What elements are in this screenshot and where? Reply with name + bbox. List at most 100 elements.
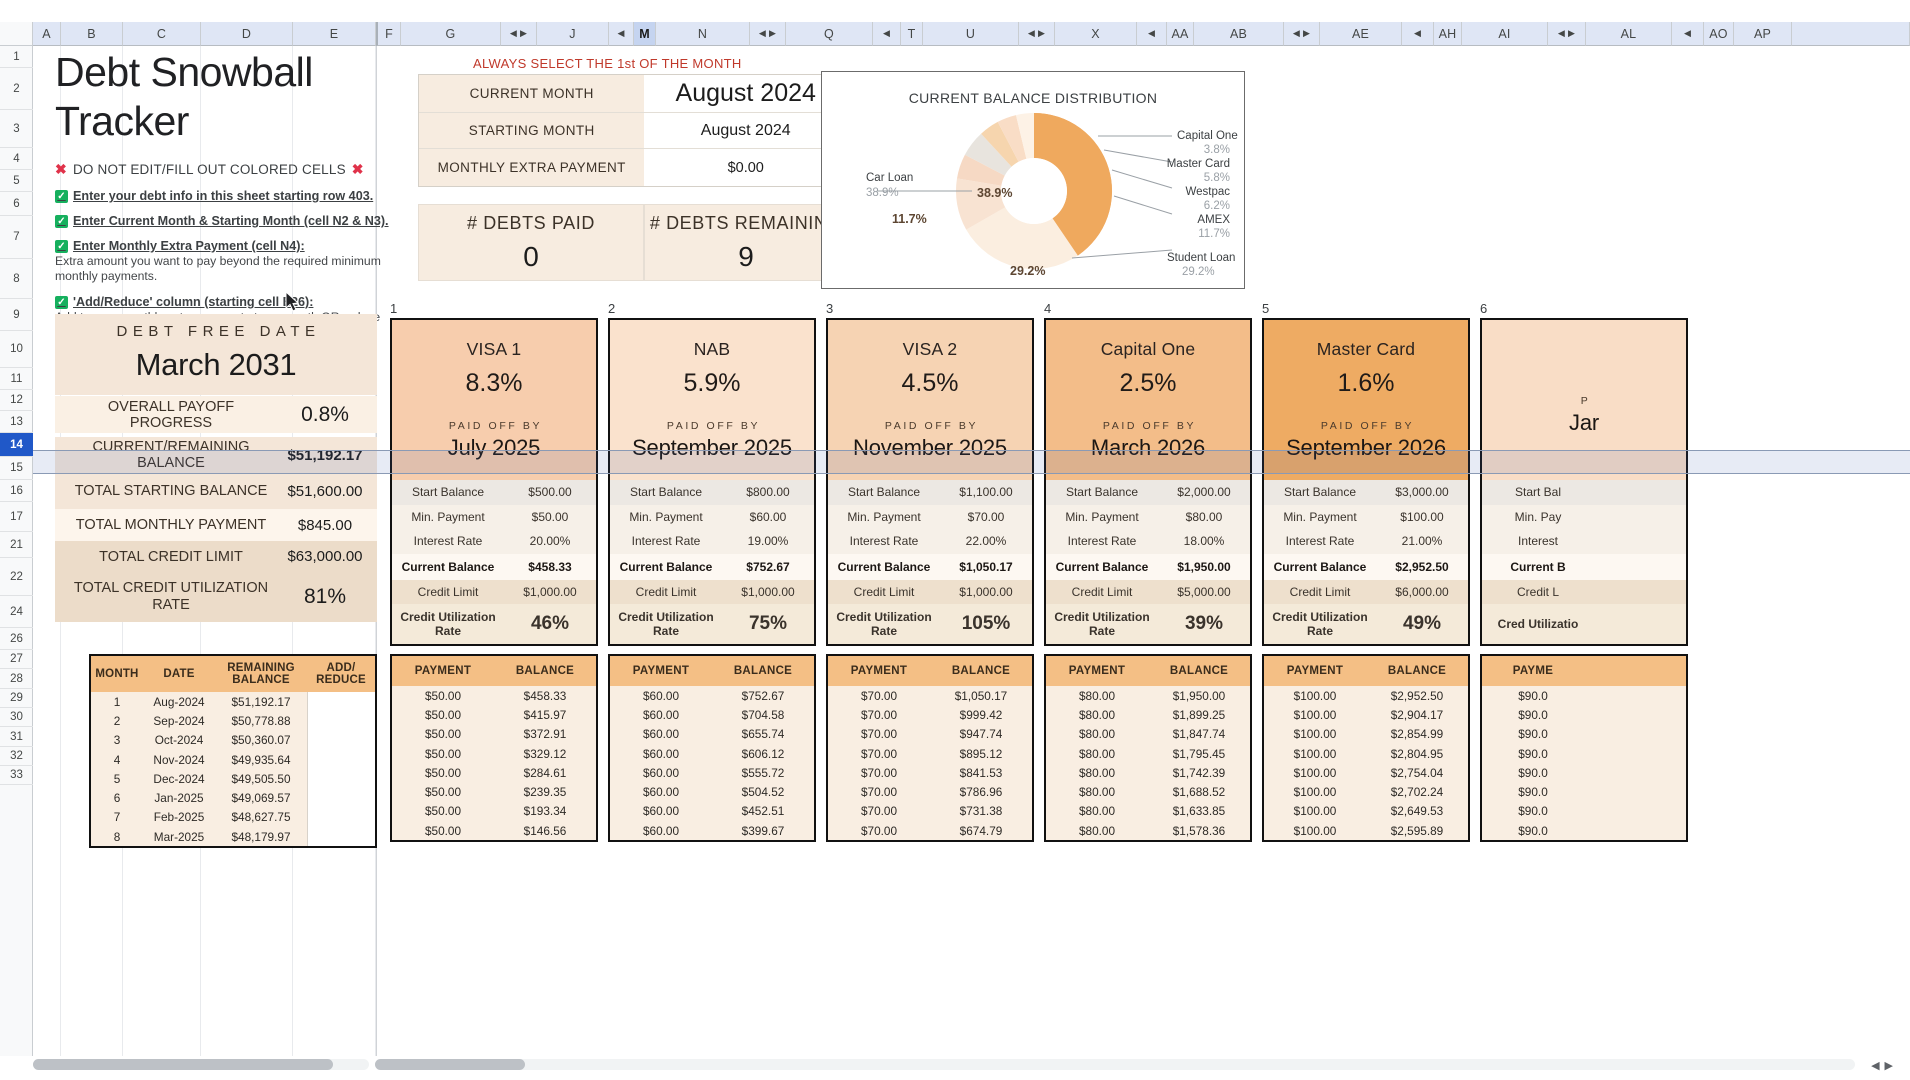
- row-header-28[interactable]: 28: [0, 669, 33, 689]
- table-row[interactable]: 3 Oct-2024 $50,360.07: [91, 730, 375, 750]
- column-header-AE[interactable]: AE: [1320, 22, 1402, 46]
- column-collapse-group-3[interactable]: ◀ ▶: [750, 22, 786, 46]
- table-row[interactable]: 7 Feb-2025 $48,627.75: [91, 807, 375, 828]
- column-header-T[interactable]: T: [901, 22, 923, 46]
- column-header-D[interactable]: D: [201, 22, 293, 46]
- cell-add-reduce[interactable]: [307, 827, 375, 847]
- current-month-value[interactable]: August 2024: [644, 75, 847, 112]
- row-header-9[interactable]: 9: [0, 299, 33, 331]
- select-all-corner[interactable]: [0, 22, 33, 46]
- row-header-7[interactable]: 7: [0, 216, 33, 259]
- cell-add-reduce[interactable]: [307, 807, 375, 828]
- horizontal-scrollbar-left[interactable]: [33, 1059, 369, 1070]
- column-header-AP[interactable]: AP: [1734, 22, 1792, 46]
- payment-schedule-visa-2[interactable]: PAYMENT BALANCE $70.00 $1,050.17 $70.00 $9…: [826, 654, 1034, 843]
- row-header-10[interactable]: 10: [0, 331, 33, 368]
- starting-month-value[interactable]: August 2024: [644, 113, 847, 148]
- cell-add-reduce[interactable]: [307, 711, 375, 731]
- row-header-24[interactable]: 24: [0, 596, 33, 628]
- column-header-AO[interactable]: AO: [1704, 22, 1734, 46]
- debt-card-capital-one[interactable]: Capital One 2.5% PAID OFF BY March 2026 …: [1044, 318, 1252, 646]
- column-header-A[interactable]: A: [33, 22, 61, 46]
- column-header-Q[interactable]: Q: [786, 22, 873, 46]
- table-row[interactable]: 1 Aug-2024 $51,192.17: [91, 692, 375, 712]
- monthly-schedule-table[interactable]: MONTH DATE REMAINING BALANCE ADD/ REDUCE…: [89, 654, 377, 849]
- row-header-14[interactable]: 14: [0, 433, 33, 457]
- column-header-U[interactable]: U: [923, 22, 1019, 46]
- row-header-1[interactable]: 1: [0, 46, 33, 68]
- payment-schedule-nab[interactable]: PAYMENT BALANCE $60.00 $752.67 $60.00 $704…: [608, 654, 816, 843]
- balance-distribution-chart[interactable]: CURRENT BALANCE DISTRIBUTION Car Loan 38…: [821, 71, 1245, 289]
- column-header-AA[interactable]: AA: [1167, 22, 1194, 46]
- row-header-22[interactable]: 22: [0, 558, 33, 596]
- table-row[interactable]: 2 Sep-2024 $50,778.88: [91, 711, 375, 731]
- column-header-B[interactable]: B: [61, 22, 123, 46]
- debt-card-6[interactable]: P Jar Start Bal Min. Pay Interest Curren…: [1480, 318, 1688, 646]
- column-header-AB[interactable]: AB: [1194, 22, 1284, 46]
- payment-schedule-capital-one[interactable]: PAYMENT BALANCE $80.00 $1,950.00 $80.00 $1…: [1044, 654, 1252, 843]
- column-header-AI[interactable]: AI: [1462, 22, 1548, 46]
- cell-add-reduce[interactable]: [307, 788, 375, 808]
- column-collapse-group-1[interactable]: ◀ ▶: [501, 22, 537, 46]
- column-header-E[interactable]: E: [293, 22, 376, 46]
- debt-card-nab[interactable]: NAB 5.9% PAID OFF BY September 2025 Star…: [608, 318, 816, 646]
- debt-card-visa-1[interactable]: VISA 1 8.3% PAID OFF BY July 2025 Start …: [390, 318, 598, 646]
- table-row[interactable]: 8 Mar-2025 $48,179.97: [91, 827, 375, 847]
- row-header-3[interactable]: 3: [0, 110, 33, 148]
- cell-add-reduce[interactable]: [307, 749, 375, 770]
- column-collapse-group-4[interactable]: ◀: [873, 22, 901, 46]
- table-row[interactable]: 4 Nov-2024 $49,935.64: [91, 749, 375, 770]
- column-collapse-group-7[interactable]: ◀ ▶: [1284, 22, 1320, 46]
- horizontal-scrollbar-right[interactable]: [375, 1059, 1855, 1070]
- payment-schedule-6[interactable]: PAYME $90.0 $90.0 $90.0 $90.0 $90.0 $90.…: [1480, 654, 1688, 843]
- row-header-12[interactable]: 12: [0, 390, 33, 411]
- payment-schedule-master-card[interactable]: PAYMENT BALANCE $100.00 $2,952.50 $100.00…: [1262, 654, 1470, 843]
- column-header-C[interactable]: C: [123, 22, 201, 46]
- row-header-8[interactable]: 8: [0, 259, 33, 299]
- column-collapse-group-5[interactable]: ◀ ▶: [1019, 22, 1055, 46]
- row-header-21[interactable]: 21: [0, 532, 33, 558]
- row-header-27[interactable]: 27: [0, 650, 33, 669]
- row-header-6[interactable]: 6: [0, 192, 33, 216]
- column-collapse-group-10[interactable]: ◀: [1672, 22, 1704, 46]
- row-header-32[interactable]: 32: [0, 747, 33, 766]
- column-header-F[interactable]: F: [376, 22, 401, 46]
- scroll-arrows[interactable]: ◀▶: [1871, 1059, 1898, 1072]
- row-header-17[interactable]: 17: [0, 502, 33, 532]
- row-header-16[interactable]: 16: [0, 480, 33, 502]
- card-header: Capital One 2.5% PAID OFF BY March 2026: [1046, 320, 1250, 480]
- cell-add-reduce[interactable]: [307, 769, 375, 789]
- column-header-J[interactable]: J: [537, 22, 609, 46]
- row-header-31[interactable]: 31: [0, 727, 33, 747]
- row-header-2[interactable]: 2: [0, 68, 33, 110]
- column-header-N[interactable]: N: [656, 22, 750, 46]
- row-header-33[interactable]: 33: [0, 766, 33, 785]
- payment-schedule-visa-1[interactable]: PAYMENT BALANCE $50.00 $458.33 $50.00 $415…: [390, 654, 598, 843]
- row-header-5[interactable]: 5: [0, 170, 33, 192]
- column-header-M[interactable]: M: [634, 22, 656, 46]
- grid-canvas[interactable]: Debt Snowball Tracker ✖ DO NOT EDIT/FILL…: [33, 46, 1910, 1056]
- row-header-13[interactable]: 13: [0, 411, 33, 433]
- debt-card-visa-2[interactable]: VISA 2 4.5% PAID OFF BY November 2025 St…: [826, 318, 1034, 646]
- column-header-AH[interactable]: AH: [1434, 22, 1462, 46]
- column-header-AL[interactable]: AL: [1586, 22, 1672, 46]
- table-row[interactable]: 5 Dec-2024 $49,505.50: [91, 769, 375, 789]
- extra-payment-value[interactable]: $0.00: [644, 149, 847, 186]
- row-header-15[interactable]: 15: [0, 457, 33, 480]
- column-collapse-group-8[interactable]: ◀: [1402, 22, 1434, 46]
- cell-add-reduce[interactable]: [307, 692, 375, 712]
- row-header-29[interactable]: 29: [0, 689, 33, 708]
- column-header-X[interactable]: X: [1055, 22, 1137, 46]
- debt-card-master-card[interactable]: Master Card 1.6% PAID OFF BY September 2…: [1262, 318, 1470, 646]
- row-header-30[interactable]: 30: [0, 708, 33, 727]
- vertical-scrollbar[interactable]: [1897, 46, 1908, 1046]
- row-header-11[interactable]: 11: [0, 368, 33, 390]
- column-collapse-group-2[interactable]: ◀: [609, 22, 634, 46]
- column-collapse-group-6[interactable]: ◀: [1137, 22, 1167, 46]
- row-header-26[interactable]: 26: [0, 628, 33, 650]
- column-header-G[interactable]: G: [401, 22, 501, 46]
- cell-add-reduce[interactable]: [307, 730, 375, 750]
- row-header-4[interactable]: 4: [0, 148, 33, 170]
- table-row[interactable]: 6 Jan-2025 $49,069.57: [91, 788, 375, 808]
- column-collapse-group-9[interactable]: ◀ ▶: [1548, 22, 1586, 46]
